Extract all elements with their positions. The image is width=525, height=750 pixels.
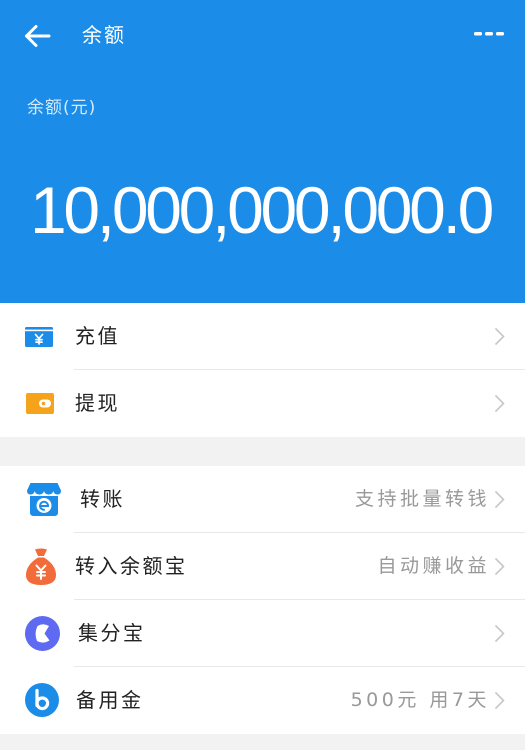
page-title: 余额 (82, 23, 126, 47)
menu-item-label: 提现 (75, 391, 120, 415)
chevron-right-icon (494, 557, 505, 576)
menu-item-hint: 自动赚收益 (377, 555, 490, 577)
menu-item-recharge[interactable]: 充值 (0, 303, 525, 370)
chevron-right-icon (494, 691, 505, 710)
jifenbao-icon (25, 616, 60, 651)
menu-item-label: 充值 (75, 324, 120, 348)
menu-item-jifenbao[interactable]: 集分宝 (0, 600, 525, 667)
back-arrow-icon[interactable] (23, 23, 51, 49)
chevron-right-icon (494, 394, 505, 413)
withdraw-wallet-icon (26, 393, 54, 414)
menu-item-transfer[interactable]: 转账 支持批量转钱 (0, 466, 525, 533)
chevron-right-icon (494, 490, 505, 509)
money-bag-icon (26, 548, 56, 585)
balance-label: 余额(元) (27, 98, 97, 118)
menu-item-label: 转账 (80, 487, 125, 511)
menu-item-label: 集分宝 (78, 621, 146, 645)
services-section: 转账 支持批量转钱 转入余额宝 自动赚收益 集分宝 备用金 500元 用7天 (0, 466, 525, 734)
menu-item-label: 备用金 (76, 688, 144, 712)
more-dots-icon[interactable] (473, 29, 505, 39)
balance-screen: 余额 余额(元) 10,000,000,000.0 充值 提现 转账 支持批量转… (0, 0, 525, 750)
recharge-card-icon (25, 327, 53, 347)
menu-item-yuebao[interactable]: 转入余额宝 自动赚收益 (0, 533, 525, 600)
menu-item-label: 转入余额宝 (75, 554, 188, 578)
menu-item-hint: 500元 用7天 (350, 689, 490, 711)
transfer-store-icon (27, 482, 61, 516)
menu-item-hint: 支持批量转钱 (354, 488, 490, 510)
beiyongjin-icon (25, 683, 59, 717)
menu-item-beiyongjin[interactable]: 备用金 500元 用7天 (0, 667, 525, 734)
balance-amount: 10,000,000,000.0 (30, 177, 494, 247)
balance-header: 余额 余额(元) 10,000,000,000.0 (0, 0, 525, 303)
menu-item-withdraw[interactable]: 提现 (0, 370, 525, 437)
chevron-right-icon (494, 624, 505, 643)
funds-section: 充值 提现 (0, 303, 525, 437)
chevron-right-icon (494, 327, 505, 346)
